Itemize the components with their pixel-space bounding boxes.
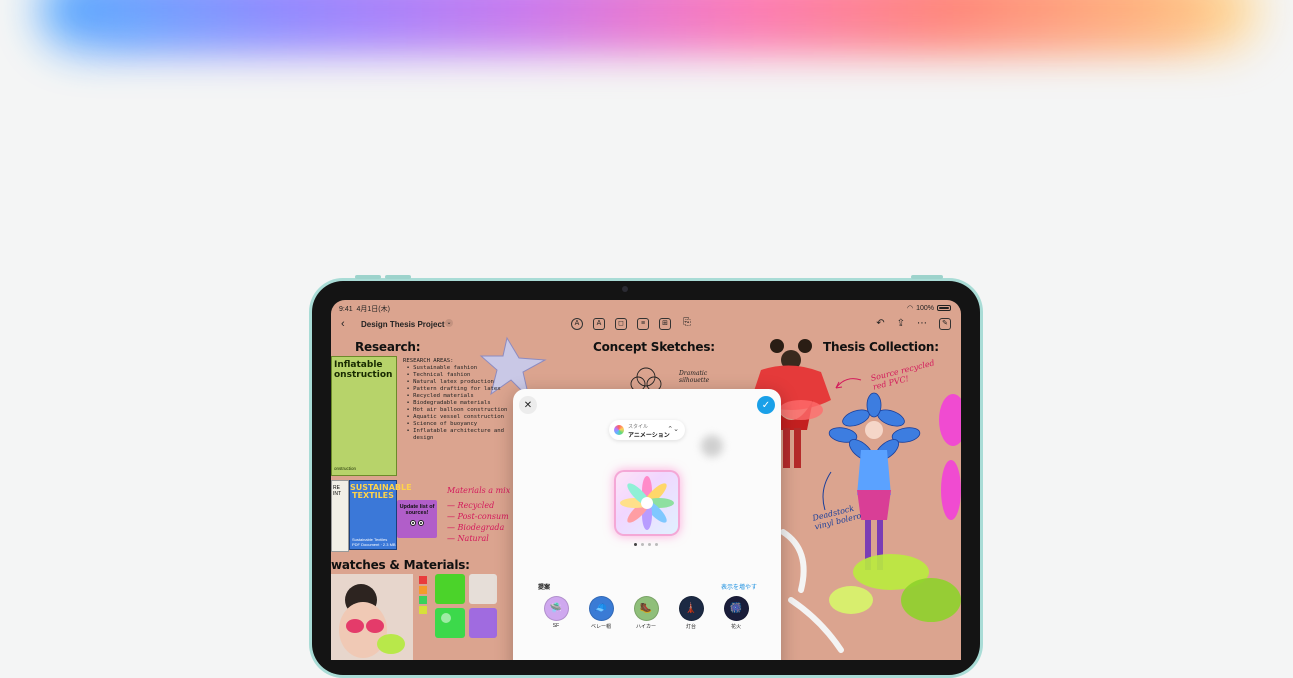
page-dot — [641, 543, 644, 546]
status-right: ◠ 100% — [907, 304, 951, 312]
shapes-icon[interactable]: ◻ — [615, 318, 627, 330]
volume-button-2 — [385, 275, 411, 279]
material-swatches — [419, 574, 497, 638]
page-dot — [655, 543, 658, 546]
volume-button — [355, 275, 381, 279]
suggestion-list: 🛸 SF 🧢 ベレー帽 🥾 ハイカー 🗼 灯台 🎆 花火 — [543, 596, 749, 630]
status-time: 9:41 4月1日(木) — [339, 306, 390, 313]
materials-list: — Recycled — Post-consum — Biodegrada — … — [447, 501, 509, 543]
research-areas-list[interactable]: RESEARCH AREAS: • Sustainable fashion • … — [403, 358, 507, 442]
hiker-icon: 🥾 — [633, 596, 659, 621]
dramatic-note: Dramatic silhouette — [679, 370, 710, 384]
title-menu-chevron-icon[interactable]: ⌄ — [445, 319, 453, 327]
back-button[interactable]: ‹ — [341, 318, 345, 330]
image-playground-sheet: ✕ ✓ スタイル アニメーション ⌃⌄ 提案 表示を増やす 🛸 SF 🧢 ベレー… — [513, 389, 781, 660]
lighthouse-icon: 🗼 — [678, 596, 704, 621]
close-button[interactable]: ✕ — [519, 396, 537, 414]
sustainable-textiles-poster[interactable]: SUSTAINABLE TEXTILES Sustainable Textile… — [349, 480, 412, 550]
chevron-updown-icon: ⌃⌄ — [667, 426, 679, 433]
suggestion-label: 花火 — [730, 624, 741, 630]
suggestion-label: 灯台 — [685, 624, 696, 630]
pink-inflatable-2 — [941, 460, 961, 520]
green-inflatable — [829, 554, 961, 622]
ipad-device: 9:41 4月1日(木) ◠ 100% ‹ Design Thesis Proj… — [309, 275, 983, 678]
status-bar: 9:41 4月1日(木) ◠ 100% — [331, 300, 961, 316]
eye-icon — [410, 520, 416, 526]
toolbar-tools: A A ◻ ≡ ⊞ ⎘ — [571, 318, 693, 330]
battery-percent: 100% — [916, 304, 934, 312]
white-tube-sketch — [780, 529, 844, 653]
poster-footer: onstruction — [334, 466, 357, 471]
undo-icon[interactable]: ↶ — [876, 318, 884, 330]
suggestion-beret[interactable]: 🧢 ベレー帽 — [588, 596, 614, 630]
ufo-icon: 🛸 — [543, 596, 569, 621]
pen-tool-icon[interactable]: A — [571, 318, 583, 330]
blue-flower-figure — [828, 392, 921, 570]
show-more-link[interactable]: 表示を増やす — [721, 582, 757, 591]
fireworks-icon: 🎆 — [723, 596, 749, 621]
power-button — [911, 275, 943, 279]
suggestion-fireworks[interactable]: 🎆 花火 — [723, 596, 749, 630]
sticky-note[interactable]: Update list of sources! — [397, 500, 437, 538]
poster-title: Inflatable onstruction — [334, 360, 393, 380]
suggestion-lighthouse[interactable]: 🗼 灯台 — [678, 596, 704, 630]
suggestion-label: ベレー帽 — [590, 624, 611, 630]
eye-icon-2 — [418, 520, 424, 526]
beret-icon: 🧢 — [588, 596, 614, 621]
more-icon[interactable]: ⋯ — [917, 318, 927, 330]
wifi-icon: ◠ — [906, 305, 914, 312]
share-icon[interactable]: ⇪ — [897, 318, 905, 330]
gradient-glow-highlight — [100, 10, 1200, 40]
inflatable-construction-poster[interactable]: Inflatable onstruction onstruction — [331, 356, 397, 476]
style-picker[interactable]: スタイル アニメーション ⌃⌄ — [609, 420, 685, 440]
style-label: スタイル — [628, 424, 649, 430]
annotation-arrow-blue — [822, 471, 832, 511]
research-heading: Research: — [355, 340, 421, 354]
suggestion-label: ハイカー — [636, 624, 656, 630]
app-screen: 9:41 4月1日(木) ◠ 100% ‹ Design Thesis Proj… — [331, 300, 961, 660]
new-board-icon[interactable]: ✎ — [939, 318, 951, 330]
battery-icon — [937, 305, 951, 311]
textiles-title: SUSTAINABLE TEXTILES — [350, 483, 412, 500]
table-icon[interactable]: ⊞ — [659, 318, 671, 330]
flower-emoji-icon — [620, 476, 674, 530]
suggestion-hiker[interactable]: 🥾 ハイカー — [633, 596, 659, 630]
annotation-arrows — [835, 378, 862, 389]
materials-note: Materials a mix o — [447, 486, 518, 495]
portrait-photo — [331, 574, 413, 660]
board-title[interactable]: Design Thesis Project — [361, 320, 445, 329]
suggestions-label: 提案 — [538, 585, 551, 591]
googly-eyes — [397, 520, 437, 526]
pink-inflatable — [939, 394, 961, 446]
note-icon[interactable]: ≡ — [637, 318, 649, 330]
attachment-icon[interactable]: ⎘ — [681, 318, 693, 330]
done-button[interactable]: ✓ — [757, 396, 775, 414]
toolbar-actions: ↶ ⇪ ⋯ ✎ — [876, 318, 951, 330]
generated-image-preview[interactable] — [614, 470, 680, 536]
page-dot — [648, 543, 651, 546]
sticky-note-text: Update list of sources! — [399, 504, 435, 516]
text-box-icon[interactable]: A — [593, 318, 605, 330]
camera-icon — [622, 286, 628, 292]
suggestion-sf[interactable]: 🛸 SF — [543, 596, 569, 630]
bw-card-text: RE INT — [333, 485, 342, 497]
blurred-concept-bubble — [701, 435, 723, 457]
page-indicator[interactable] — [634, 543, 658, 546]
thesis-heading: Thesis Collection: — [823, 340, 939, 354]
concept-heading: Concept Sketches: — [593, 340, 715, 354]
swatches-heading: watches & Materials: — [331, 558, 470, 572]
textiles-footer: Sustainable Textiles PDF Document · 2.3 … — [352, 537, 396, 547]
page-dot-active — [634, 543, 637, 546]
style-palette-icon — [614, 425, 624, 435]
bw-document-card[interactable]: RE INT — [331, 480, 349, 552]
toolbar: ‹ Design Thesis Project ⌄ A A ◻ ≡ ⊞ ⎘ ↶ … — [331, 316, 961, 334]
style-value: アニメーション — [628, 433, 670, 439]
suggestion-label: SF — [552, 623, 560, 629]
